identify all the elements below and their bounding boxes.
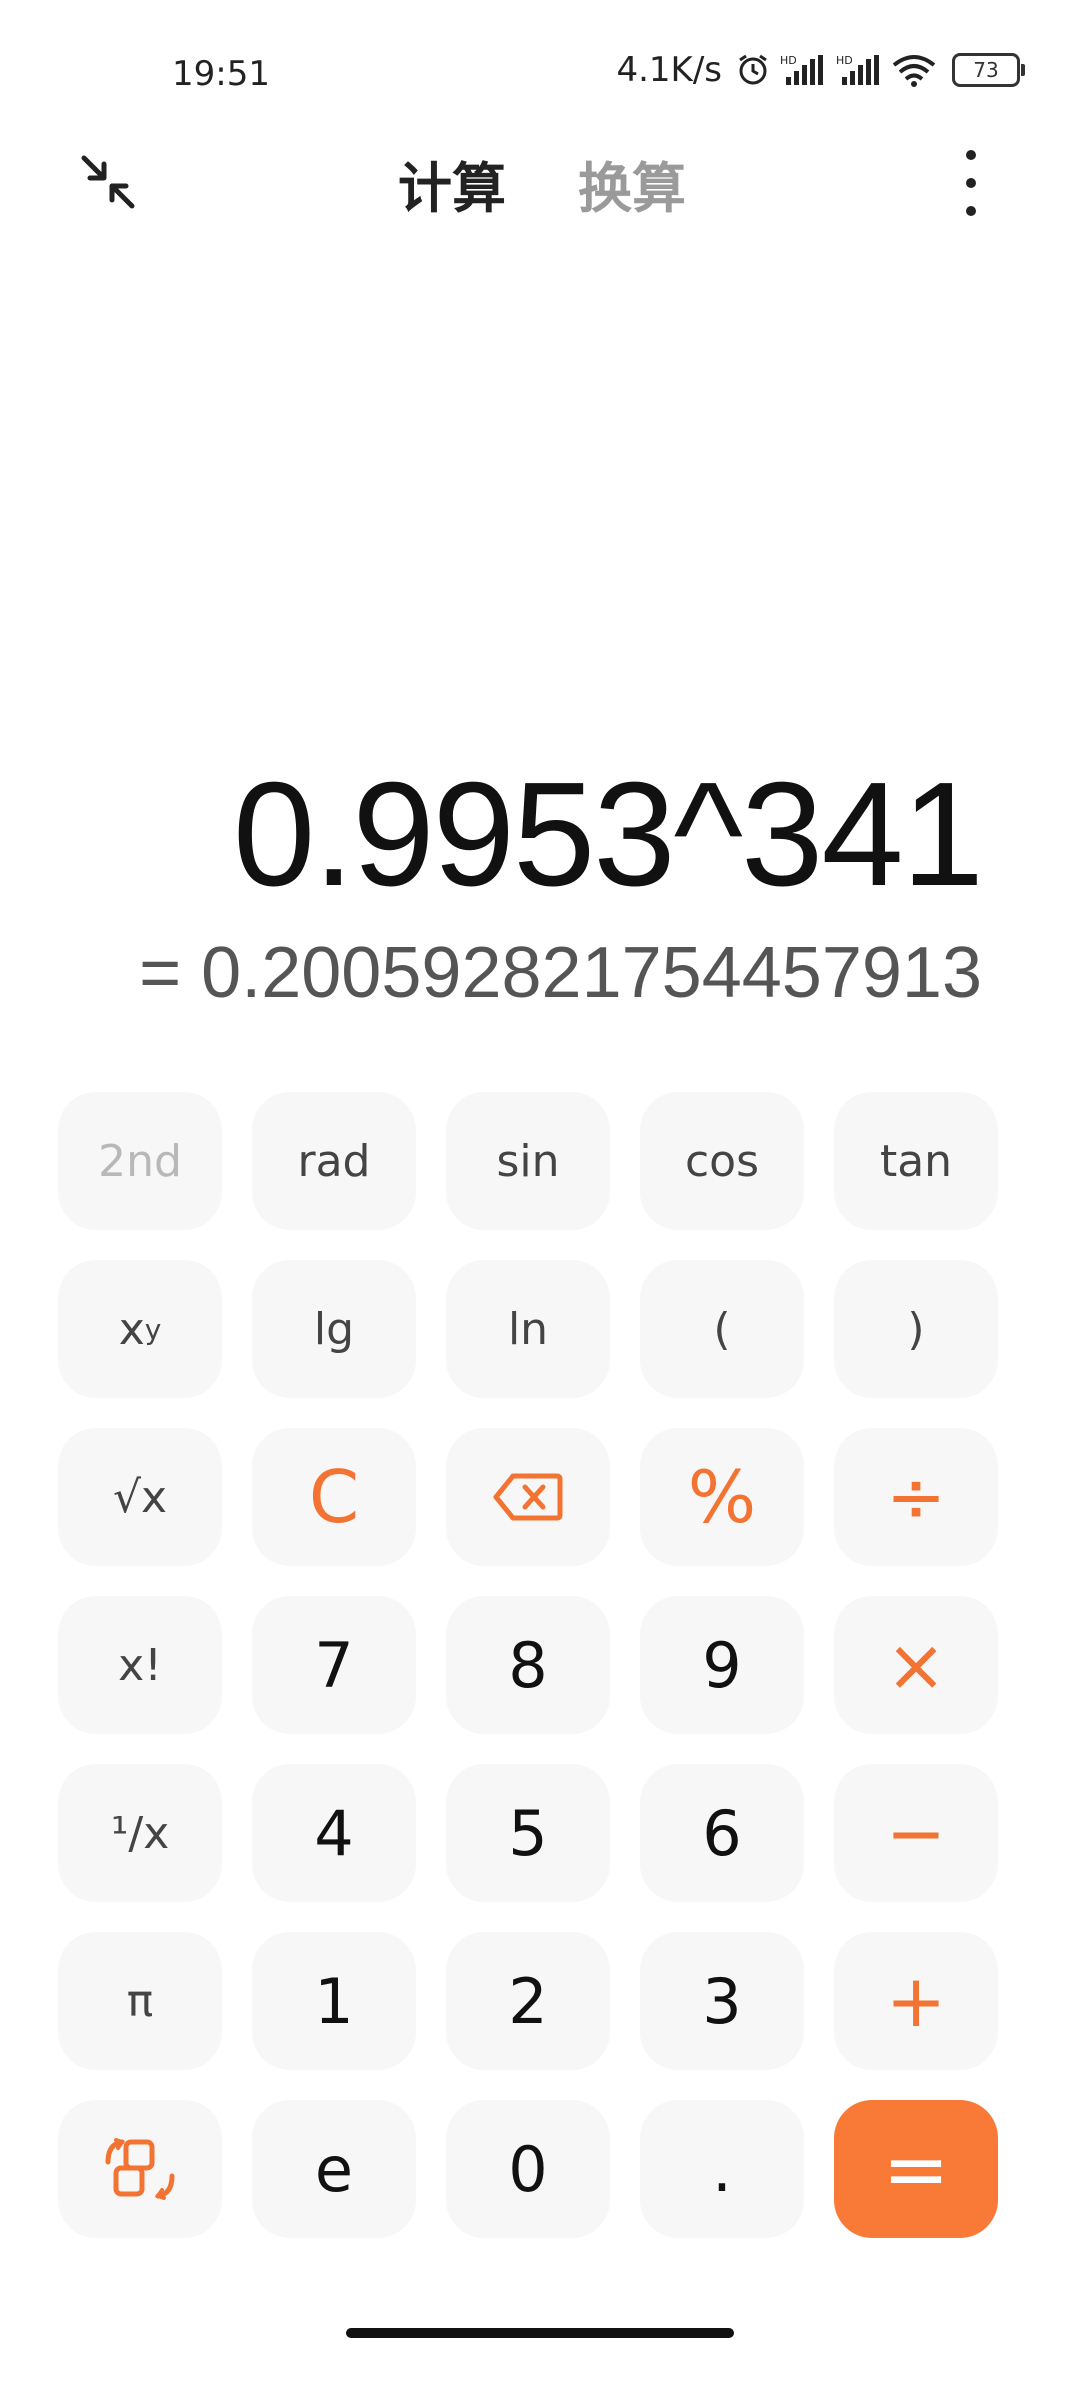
digit-4-button[interactable]: 4: [252, 1764, 416, 1902]
minus-button[interactable]: −: [834, 1764, 998, 1902]
battery-icon: 73: [952, 53, 1025, 87]
power-base-label: x: [118, 1303, 145, 1355]
expression-display: 0.9953^341: [232, 752, 984, 917]
digit-2-button[interactable]: 2: [446, 1932, 610, 2070]
digit-0-button[interactable]: 0: [446, 2100, 610, 2238]
more-dot: [966, 150, 976, 160]
multiply-button[interactable]: ×: [834, 1596, 998, 1734]
hd-signal-icon: HD: [836, 54, 879, 85]
tab-calculate[interactable]: 计算: [394, 144, 506, 223]
more-dot: [966, 206, 976, 216]
pi-button[interactable]: π: [58, 1932, 222, 2070]
wifi-icon: [892, 55, 936, 87]
e-constant-button[interactable]: e: [252, 2100, 416, 2238]
left-paren-button[interactable]: (: [640, 1260, 804, 1398]
right-paren-button[interactable]: ): [834, 1260, 998, 1398]
backspace-icon: [493, 1473, 563, 1521]
power-exponent-label: y: [144, 1312, 162, 1346]
more-options-button[interactable]: [956, 150, 986, 216]
lg-button[interactable]: lg: [252, 1260, 416, 1398]
digit-1-button[interactable]: 1: [252, 1932, 416, 2070]
reciprocal-button[interactable]: ¹/x: [58, 1764, 222, 1902]
tab-convert[interactable]: 换算: [574, 144, 686, 223]
digit-7-button[interactable]: 7: [252, 1596, 416, 1734]
more-dot: [966, 178, 976, 188]
plus-button[interactable]: +: [834, 1932, 998, 2070]
digit-3-button[interactable]: 3: [640, 1932, 804, 2070]
svg-text:HD: HD: [836, 54, 853, 67]
sin-button[interactable]: sin: [446, 1092, 610, 1230]
clear-button[interactable]: C: [252, 1428, 416, 1566]
network-speed: 4.1K/s: [616, 50, 722, 90]
ln-button[interactable]: ln: [446, 1260, 610, 1398]
sqrt-button[interactable]: √x: [58, 1428, 222, 1566]
home-indicator[interactable]: [346, 2328, 734, 2338]
top-bar: 计算 换算: [0, 130, 1080, 230]
cos-button[interactable]: cos: [640, 1092, 804, 1230]
divide-button[interactable]: ÷: [834, 1428, 998, 1566]
factorial-button[interactable]: x!: [58, 1596, 222, 1734]
digit-5-button[interactable]: 5: [446, 1764, 610, 1902]
switch-mode-icon: [105, 2138, 175, 2200]
status-time: 19:51: [172, 54, 270, 94]
hd-signal-icon: HD: [780, 54, 823, 85]
switch-mode-button[interactable]: [58, 2100, 222, 2238]
digit-6-button[interactable]: 6: [640, 1764, 804, 1902]
status-bar: 19:51 4.1K/s HD HD 73: [0, 0, 1080, 140]
second-function-button[interactable]: 2nd: [58, 1092, 222, 1230]
digit-9-button[interactable]: 9: [640, 1596, 804, 1734]
digit-8-button[interactable]: 8: [446, 1596, 610, 1734]
mode-tabs: 计算 换算: [0, 144, 1080, 223]
percent-button[interactable]: %: [640, 1428, 804, 1566]
power-button[interactable]: xy: [58, 1260, 222, 1398]
alarm-icon: [739, 54, 767, 85]
status-icons: 4.1K/s HD HD 73: [616, 50, 1025, 90]
equals-button[interactable]: =: [834, 2100, 998, 2238]
backspace-button[interactable]: [446, 1428, 610, 1566]
rad-button[interactable]: rad: [252, 1092, 416, 1230]
svg-text:HD: HD: [780, 54, 797, 67]
result-display: = 0.200592821754457913: [139, 933, 982, 1013]
decimal-point-button[interactable]: .: [640, 2100, 804, 2238]
tan-button[interactable]: tan: [834, 1092, 998, 1230]
keypad: 2nd rad sin cos tan xy lg ln ( ) √x C % …: [58, 1092, 1022, 2238]
